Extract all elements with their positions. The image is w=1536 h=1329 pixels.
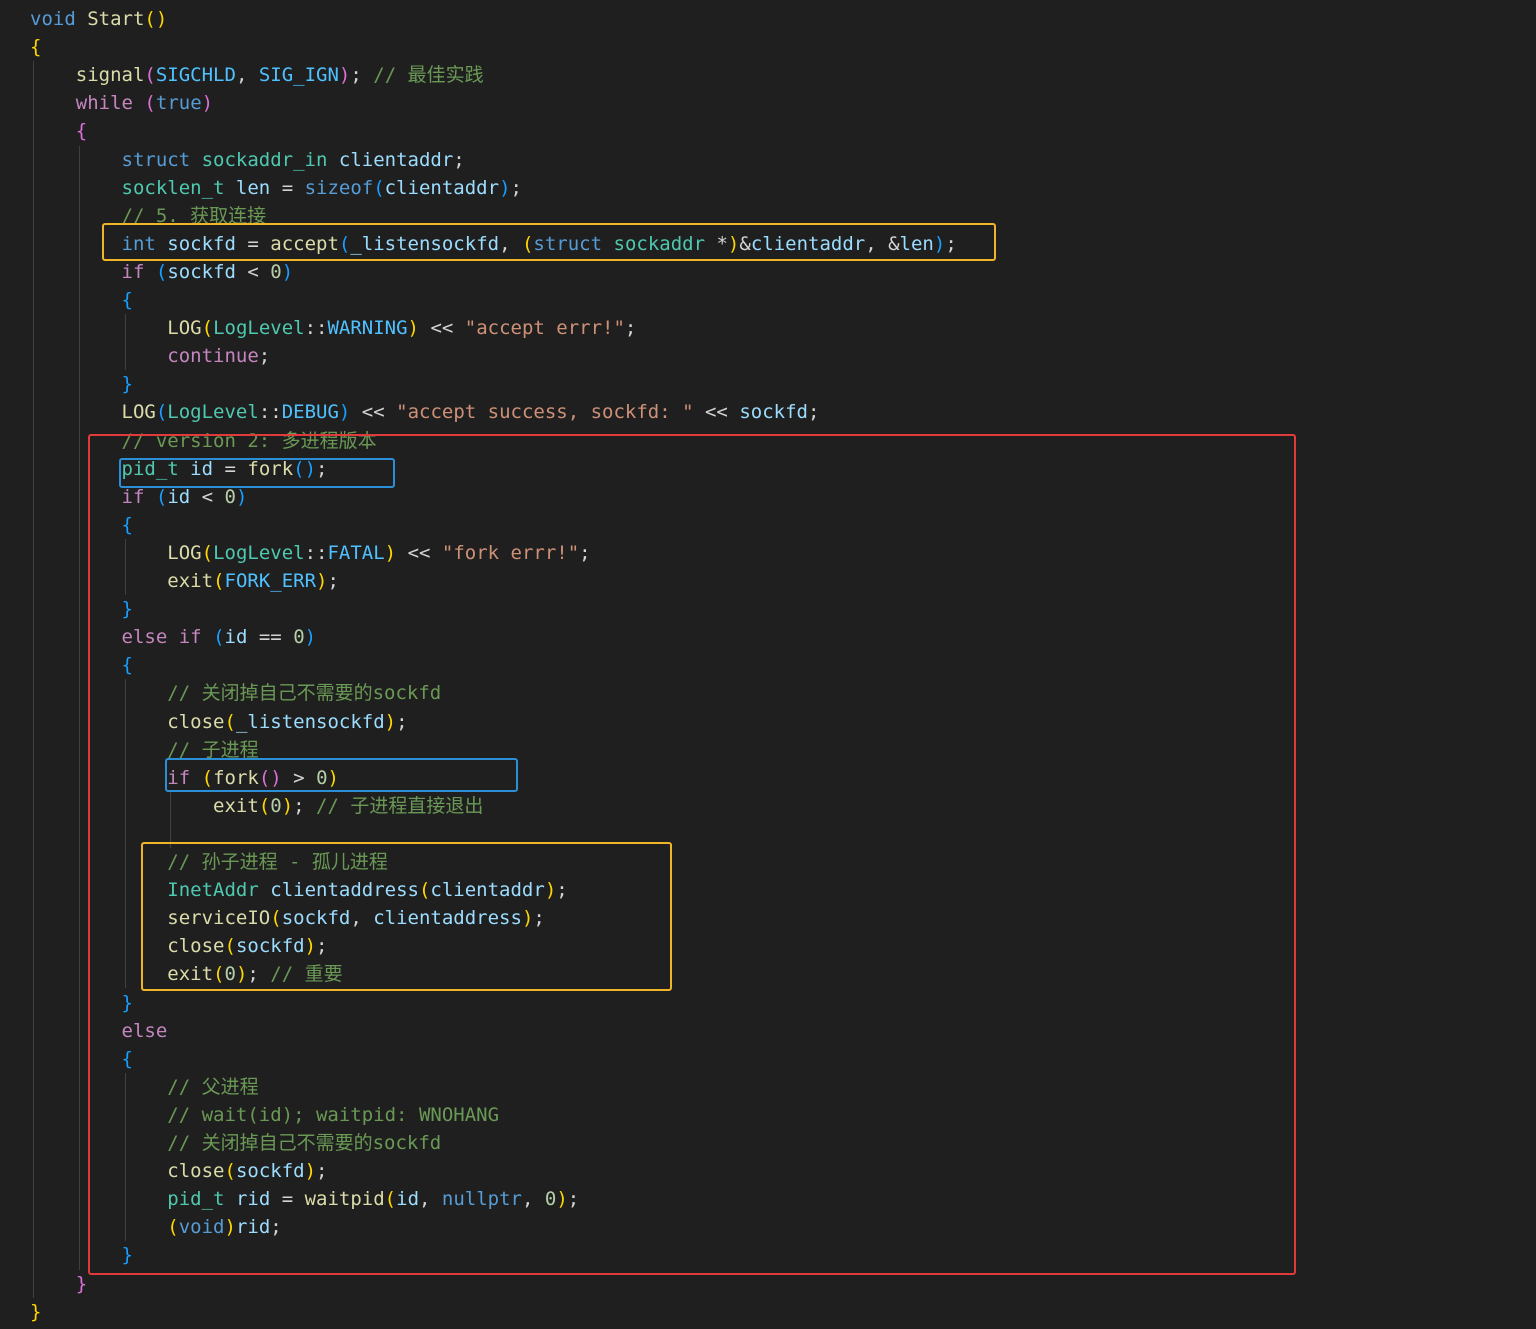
- code-line[interactable]: continue;: [30, 342, 270, 370]
- code-token-plain: ;: [350, 64, 374, 87]
- code-token-brace1: }: [30, 1300, 42, 1323]
- code-token-control: continue: [167, 345, 259, 368]
- code-token-constant: DEBUG: [281, 401, 339, 424]
- code-token-storage: struct: [121, 148, 191, 171]
- code-token-brace3: (: [373, 176, 385, 199]
- code-token-constant: WARNING: [327, 317, 408, 340]
- code-token-type: socklen_t: [121, 176, 225, 199]
- code-token-brace2: ): [201, 92, 214, 115]
- code-token-plain: ;: [453, 148, 465, 171]
- code-token-control: if: [121, 260, 145, 283]
- code-token-type: LogLevel: [167, 401, 259, 424]
- code-token-plain: <<: [419, 317, 465, 340]
- code-token-function: signal: [75, 64, 145, 87]
- code-token-brace3: ): [338, 401, 351, 424]
- code-token-plain: ;: [510, 176, 522, 199]
- code-token-plain: ;: [807, 401, 820, 424]
- code-line[interactable]: {: [30, 286, 133, 314]
- code-token-type: LogLevel: [213, 317, 305, 340]
- first-fork-highlight: [119, 458, 395, 488]
- code-token-brace2: (: [144, 92, 156, 115]
- code-token-variable: clientaddr: [384, 176, 500, 199]
- code-line[interactable]: if (sockfd < 0): [30, 258, 294, 286]
- second-fork-highlight: [165, 758, 518, 792]
- code-token-type: sockaddr_in: [201, 148, 328, 171]
- code-token-constant: SIGCHLD: [155, 64, 236, 87]
- code-token-control: while: [75, 92, 133, 115]
- code-token-variable: sockfd: [167, 260, 236, 283]
- code-line[interactable]: struct sockaddr_in clientaddr;: [30, 146, 465, 174]
- code-token-brace3: (: [155, 401, 168, 424]
- code-line[interactable]: }: [30, 1298, 41, 1326]
- code-token-brace3: }: [121, 373, 133, 396]
- code-token-brace3: (: [155, 260, 168, 283]
- code-token-constant: SIG_IGN: [258, 64, 339, 87]
- code-token-plain: ,: [235, 64, 259, 87]
- code-token-plain: <: [235, 260, 271, 283]
- code-line[interactable]: }: [30, 1270, 87, 1298]
- code-token-brace2: }: [75, 1272, 88, 1295]
- code-token-brace1: (): [144, 8, 168, 30]
- code-line[interactable]: void Start(): [30, 5, 167, 33]
- code-token-number: 0: [270, 260, 282, 283]
- code-token-brace3: ): [281, 260, 294, 283]
- code-token-plain: <<: [350, 401, 397, 424]
- code-token-brace1: {: [30, 36, 42, 59]
- code-token-plain: ::: [304, 317, 328, 340]
- code-token-brace2: {: [75, 120, 88, 143]
- code-token-variable: clientaddr: [338, 148, 454, 171]
- code-token-brace2: ): [338, 64, 351, 87]
- code-line[interactable]: }: [30, 370, 133, 398]
- code-token-string: "accept errr!": [464, 317, 625, 340]
- code-token-brace3: {: [121, 289, 133, 311]
- code-token-brace3: ): [499, 176, 511, 199]
- code-token-plain: ;: [258, 345, 271, 368]
- code-token-function: Start: [87, 8, 145, 30]
- code-token-brace2: (: [144, 64, 156, 87]
- code-token-string: "accept success, sockfd: ": [396, 401, 694, 424]
- code-token-variable: sockfd: [739, 401, 808, 424]
- code-line[interactable]: {: [30, 33, 41, 61]
- code-token-plain: <<: [693, 401, 740, 424]
- code-token-plain: ::: [258, 401, 282, 424]
- code-line[interactable]: {: [30, 117, 87, 145]
- code-line[interactable]: while (true): [30, 89, 213, 117]
- code-token-function: LOG: [121, 401, 156, 424]
- code-token-plain: ;: [624, 317, 637, 340]
- grandchild-block-highlight: [141, 842, 672, 991]
- code-editor[interactable]: void Start(){ signal(SIGCHLD, SIG_IGN); …: [0, 0, 1536, 1329]
- code-token-brace1: (: [201, 317, 214, 340]
- accept-line-highlight: [102, 223, 996, 261]
- code-token-storage: sizeof: [304, 176, 374, 199]
- code-token-storage: true: [155, 92, 202, 115]
- code-line[interactable]: socklen_t len = sizeof(clientaddr);: [30, 174, 522, 202]
- code-line[interactable]: LOG(LogLevel::DEBUG) << "accept success,…: [30, 398, 820, 426]
- code-token-function: LOG: [167, 317, 202, 340]
- code-token-storage: void: [30, 8, 76, 30]
- code-token-brace1: ): [407, 317, 419, 340]
- code-token-comment: // 最佳实践: [373, 64, 484, 87]
- code-line[interactable]: LOG(LogLevel::WARNING) << "accept errr!"…: [30, 314, 636, 342]
- code-token-plain: =: [270, 176, 305, 199]
- code-line[interactable]: signal(SIGCHLD, SIG_IGN); // 最佳实践: [30, 61, 484, 89]
- code-token-variable: len: [235, 176, 271, 199]
